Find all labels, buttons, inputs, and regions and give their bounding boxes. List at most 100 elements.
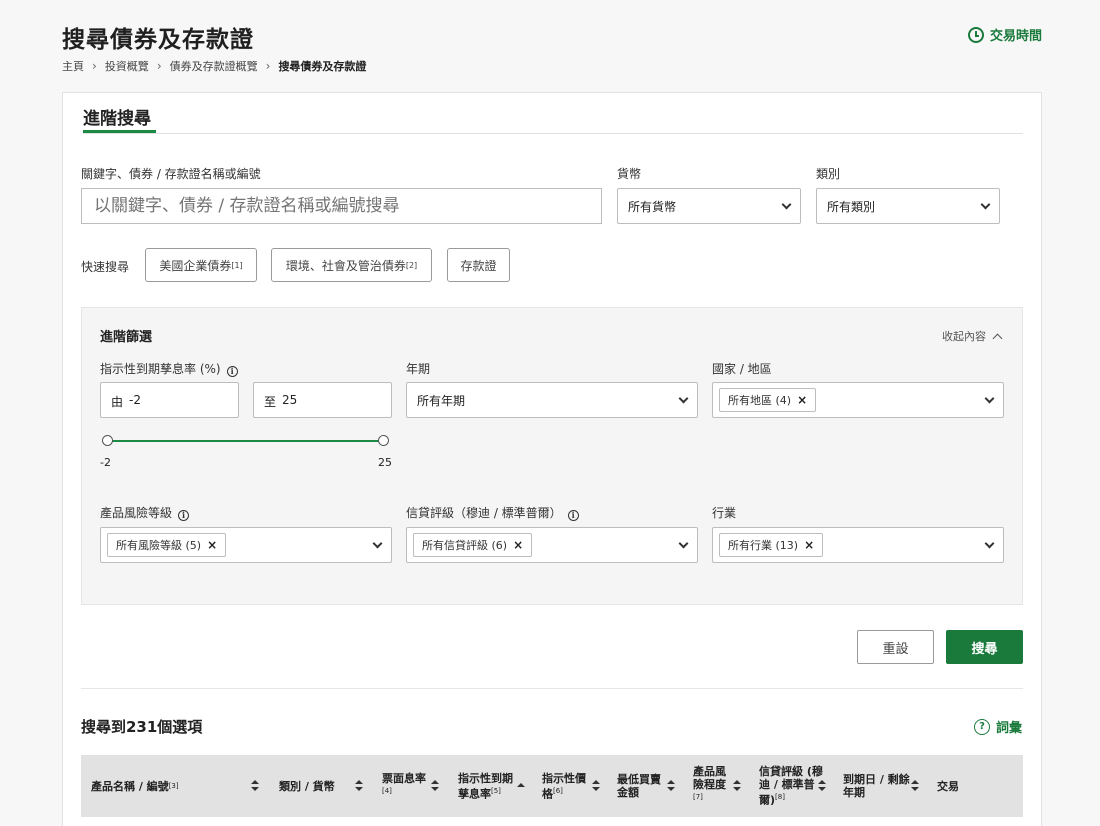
slider-max-handle[interactable]	[378, 435, 389, 446]
footnote: [1]	[231, 260, 243, 270]
glossary-label: 詞彙	[995, 721, 1022, 736]
trade-time-link[interactable]: 交易時間	[967, 25, 1042, 44]
footnote: [4]	[382, 786, 392, 795]
col-label: 產品名稱 / 編號	[91, 779, 169, 793]
to-value: 25	[282, 393, 298, 407]
col-label: 到期日 / 剩餘	[843, 773, 910, 786]
col-label: 金額	[617, 786, 639, 799]
close-icon[interactable]: ×	[797, 393, 807, 407]
col-risk-level[interactable]: 產品風 險程度 [7]	[693, 755, 726, 817]
col-indicative-price[interactable]: 指示性價格[6]	[542, 755, 586, 817]
currency-label: 貨幣	[617, 167, 642, 181]
chevron-down-icon	[678, 393, 689, 403]
category-value: 所有類別	[827, 199, 876, 214]
rating-label: 信貸評級（穆迪 / 標準普爾） i	[406, 504, 579, 521]
quick-cd-button[interactable]: 存款證	[447, 248, 510, 282]
col-category-currency[interactable]: 類別 / 貨幣	[279, 755, 335, 817]
quick-button-label: 存款證	[460, 258, 497, 273]
region-chip[interactable]: 所有地區 (4) ×	[719, 388, 817, 412]
sort-icon[interactable]	[251, 779, 259, 793]
chip-label: 所有行業 (13)	[728, 539, 799, 552]
glossary-link[interactable]: ? 詞彙	[973, 717, 1022, 736]
yield-label-text: 指示性到期孳息率 (%)	[100, 362, 221, 376]
footnote: [7]	[693, 793, 703, 802]
info-icon[interactable]: i	[567, 510, 579, 521]
col-trade: 交易	[937, 755, 959, 817]
col-min-amount[interactable]: 最低買賣 金額	[617, 755, 661, 817]
tenor-select[interactable]: 所有年期	[406, 382, 698, 418]
collapse-toggle[interactable]: 收起內容	[942, 328, 1003, 344]
chevron-down-icon	[781, 199, 792, 209]
industry-chip[interactable]: 所有行業 (13) ×	[719, 533, 824, 557]
collapse-label: 收起內容	[942, 330, 986, 343]
section-divider	[81, 688, 1023, 689]
sort-icon[interactable]	[667, 779, 675, 793]
col-product-name[interactable]: 產品名稱 / 編號 [3]	[91, 755, 179, 817]
close-icon[interactable]: ×	[207, 538, 217, 552]
trade-time-label: 交易時間	[989, 29, 1042, 44]
col-label: 年期	[843, 786, 865, 799]
sort-icon[interactable]	[431, 779, 439, 793]
info-icon[interactable]: i	[178, 510, 190, 521]
slider-min-handle[interactable]	[102, 435, 113, 446]
col-label: 格	[542, 787, 553, 801]
col-label: 迪 / 標準普	[759, 778, 815, 792]
col-indicative-yield[interactable]: 指示性到期 孳息率[5]	[458, 755, 513, 817]
page-title: 搜尋債券及存款證	[62, 27, 254, 53]
keyword-search-input[interactable]	[81, 188, 602, 224]
region-select[interactable]: 所有地區 (4) ×	[712, 382, 1004, 418]
sort-icon[interactable]	[818, 779, 826, 793]
chip-label: 所有風險等級 (5)	[116, 539, 202, 552]
chip-label: 所有地區 (4)	[728, 394, 792, 407]
search-button[interactable]: 搜尋	[946, 630, 1023, 664]
chevron-right-icon: ›	[265, 59, 271, 73]
yield-label: 指示性到期孳息率 (%) i	[100, 360, 238, 377]
col-label: 險程度	[693, 778, 726, 792]
yield-slider-track[interactable]	[108, 440, 384, 442]
yield-to-input[interactable]: 至 25	[253, 382, 392, 418]
col-label: 指示性到期	[458, 771, 513, 785]
slider-min-label: -2	[100, 456, 111, 469]
chevron-down-icon	[372, 538, 383, 548]
tenor-label: 年期	[406, 362, 431, 376]
from-prefix: 由	[111, 395, 124, 409]
tab-advanced-search[interactable]: 進階搜尋	[83, 104, 151, 129]
col-label: 類別 / 貨幣	[279, 779, 335, 793]
results-table-header: 產品名稱 / 編號 [3] 類別 / 貨幣 票面息率 [4] 指示性到期 孳息率[5]…	[81, 755, 1023, 817]
sort-icon[interactable]	[592, 779, 600, 793]
currency-select[interactable]: 所有貨幣	[617, 188, 801, 224]
close-icon[interactable]: ×	[513, 538, 523, 552]
breadcrumb-investment[interactable]: 投資概覽	[105, 58, 149, 74]
industry-select[interactable]: 所有行業 (13) ×	[712, 527, 1004, 563]
rating-select[interactable]: 所有信貸評級 (6) ×	[406, 527, 698, 563]
info-icon[interactable]: i	[226, 366, 238, 377]
slider-max-label: 25	[378, 456, 392, 469]
region-label: 國家 / 地區	[712, 362, 772, 376]
col-credit-rating[interactable]: 信貸評級 (穆迪 / 標準普 爾)[8]	[759, 755, 823, 817]
breadcrumb-bonds-overview[interactable]: 債券及存款證概覽	[170, 58, 258, 74]
rating-chip[interactable]: 所有信貸評級 (6) ×	[413, 533, 533, 557]
sort-icon[interactable]	[355, 779, 363, 793]
filter-title: 進階篩選	[100, 330, 153, 345]
clock-icon	[967, 26, 984, 43]
col-label: 指示性價	[542, 771, 586, 785]
close-icon[interactable]: ×	[804, 538, 814, 552]
sort-asc-icon[interactable]	[517, 782, 525, 796]
risk-chip[interactable]: 所有風險等級 (5) ×	[107, 533, 227, 557]
yield-from-input[interactable]: 由 -2	[100, 382, 239, 418]
currency-value: 所有貨幣	[628, 199, 677, 214]
reset-button[interactable]: 重設	[857, 630, 934, 664]
sort-icon[interactable]	[733, 779, 741, 793]
risk-select[interactable]: 所有風險等級 (5) ×	[100, 527, 392, 563]
quick-esg-bonds-button[interactable]: 環境、社會及管治債券 [2]	[271, 248, 432, 282]
breadcrumb-home[interactable]: 主頁	[62, 58, 84, 74]
footnote: [6]	[553, 786, 563, 795]
col-maturity[interactable]: 到期日 / 剩餘 年期	[843, 755, 910, 817]
sort-icon[interactable]	[911, 779, 919, 793]
col-coupon-rate[interactable]: 票面息率 [4]	[382, 755, 426, 817]
breadcrumb-current: 搜尋債券及存款證	[278, 60, 367, 73]
category-select[interactable]: 所有類別	[816, 188, 1000, 224]
quick-us-corporate-bonds-button[interactable]: 美國企業債券 [1]	[145, 248, 257, 282]
rating-label-text: 信貸評級（穆迪 / 標準普爾）	[406, 506, 562, 520]
chevron-up-icon	[992, 333, 1003, 343]
